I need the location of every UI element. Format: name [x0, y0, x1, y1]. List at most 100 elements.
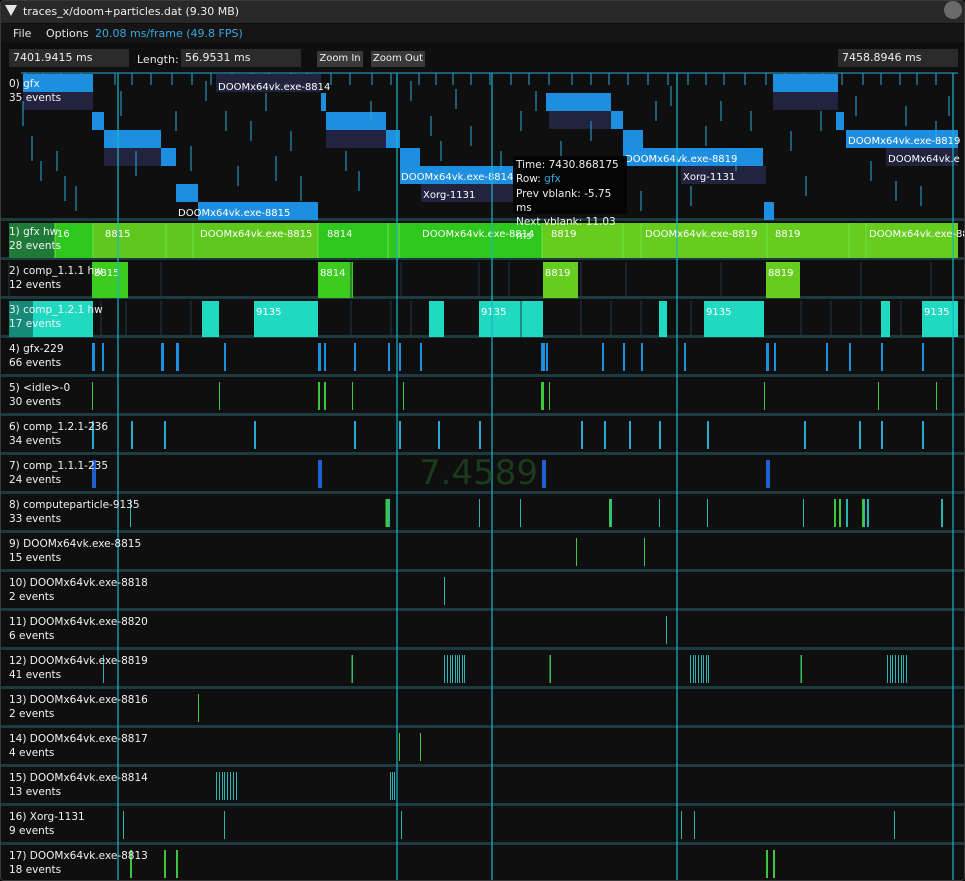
- event-tick[interactable]: [198, 694, 199, 722]
- event-tick[interactable]: [773, 850, 775, 878]
- event-tick[interactable]: [707, 421, 709, 449]
- gfx-event-bar[interactable]: [773, 92, 838, 110]
- event-tick[interactable]: [890, 655, 891, 683]
- event-tick[interactable]: [659, 499, 660, 527]
- event-tick[interactable]: [936, 382, 937, 410]
- event-tick[interactable]: [352, 382, 353, 410]
- event-tick[interactable]: [681, 811, 682, 839]
- row-label[interactable]: 9) DOOMx64vk.exe-8815 15 events: [9, 537, 141, 565]
- event-tick[interactable]: [666, 616, 667, 644]
- event-tick[interactable]: [878, 382, 879, 410]
- row-label[interactable]: 16) Xorg-1131 9 events: [9, 810, 85, 838]
- event-tick[interactable]: [224, 772, 225, 800]
- event-tick[interactable]: [462, 655, 463, 683]
- gfx-event-bar[interactable]: [611, 111, 623, 129]
- comp121-hw-event-bar[interactable]: [659, 301, 667, 337]
- gfx-event-bar[interactable]: [92, 112, 104, 130]
- event-tick[interactable]: [706, 655, 707, 683]
- event-tick[interactable]: [399, 733, 400, 761]
- event-tick[interactable]: [542, 460, 546, 488]
- event-tick[interactable]: [693, 655, 694, 683]
- event-tick[interactable]: [701, 655, 702, 683]
- gfx-event-bar[interactable]: [623, 130, 643, 148]
- event-tick[interactable]: [695, 655, 696, 683]
- event-tick[interactable]: [894, 811, 895, 839]
- row-label[interactable]: 4) gfx-229 66 events: [9, 342, 64, 370]
- event-tick[interactable]: [881, 421, 883, 449]
- gfx-event-bar[interactable]: [326, 112, 386, 130]
- row-label[interactable]: 5) <idle>-0 30 events: [9, 381, 70, 409]
- event-tick[interactable]: [629, 421, 631, 449]
- gfx-event-bar[interactable]: [326, 130, 386, 148]
- row-label[interactable]: 7) comp_1.1.1-235 24 events: [9, 459, 108, 487]
- event-tick[interactable]: [859, 421, 861, 449]
- event-tick[interactable]: [644, 538, 645, 566]
- event-tick[interactable]: [123, 811, 124, 839]
- event-tick[interactable]: [254, 421, 256, 449]
- event-tick[interactable]: [236, 772, 237, 800]
- gfx-event-bar[interactable]: [176, 184, 198, 202]
- event-tick[interactable]: [230, 772, 231, 800]
- gfx-event-bar[interactable]: [764, 202, 774, 220]
- row-label[interactable]: 17) DOOMx64vk.exe-8813 18 events: [9, 849, 148, 877]
- event-tick[interactable]: [479, 499, 480, 527]
- gfx-event-bar[interactable]: [549, 111, 611, 129]
- row-label[interactable]: 15) DOOMx64vk.exe-8814 13 events: [9, 771, 148, 799]
- event-tick[interactable]: [698, 655, 699, 683]
- event-tick[interactable]: [581, 421, 583, 449]
- row-label[interactable]: 3) comp_1.2.1 hw 17 events: [9, 303, 103, 331]
- event-tick[interactable]: [233, 772, 234, 800]
- event-tick[interactable]: [399, 421, 401, 449]
- event-tick[interactable]: [922, 421, 924, 449]
- event-tick[interactable]: [541, 382, 544, 410]
- event-tick[interactable]: [892, 655, 893, 683]
- event-tick[interactable]: [219, 772, 220, 800]
- event-tick[interactable]: [224, 811, 225, 839]
- event-tick[interactable]: [690, 655, 691, 683]
- event-tick[interactable]: [318, 460, 322, 488]
- event-tick[interactable]: [867, 499, 869, 527]
- event-tick[interactable]: [164, 850, 166, 878]
- event-tick[interactable]: [804, 421, 806, 449]
- event-tick[interactable]: [452, 655, 453, 683]
- gfx-event-bar[interactable]: [321, 93, 326, 111]
- event-tick[interactable]: [392, 772, 393, 800]
- event-tick[interactable]: [623, 343, 625, 371]
- event-tick[interactable]: [898, 655, 899, 683]
- event-tick[interactable]: [826, 343, 828, 371]
- event-tick[interactable]: [708, 655, 709, 683]
- event-tick[interactable]: [895, 655, 896, 683]
- comp121-hw-event-bar[interactable]: [881, 301, 890, 337]
- gfx-event-bar[interactable]: [104, 130, 161, 148]
- event-tick[interactable]: [176, 850, 178, 878]
- row-label[interactable]: 6) comp_1.2.1-236 34 events: [9, 420, 108, 448]
- event-tick[interactable]: [459, 655, 460, 683]
- event-tick[interactable]: [546, 343, 548, 371]
- row-label[interactable]: 1) gfx hw 28 events: [9, 225, 61, 253]
- event-tick[interactable]: [881, 343, 883, 371]
- gfx-event-bar[interactable]: [773, 74, 838, 92]
- gfx-event-bar[interactable]: [836, 112, 844, 130]
- event-tick[interactable]: [219, 382, 220, 410]
- event-tick[interactable]: [176, 343, 179, 371]
- event-tick[interactable]: [922, 343, 924, 371]
- event-tick[interactable]: [887, 655, 888, 683]
- event-tick[interactable]: [420, 343, 422, 371]
- event-tick[interactable]: [324, 343, 326, 371]
- event-tick[interactable]: [766, 460, 770, 488]
- gfx-event-bar[interactable]: [546, 93, 611, 111]
- event-tick[interactable]: [324, 382, 326, 410]
- row-label[interactable]: 2) comp_1.1.1 hw 12 events: [9, 264, 103, 292]
- event-tick[interactable]: [222, 772, 223, 800]
- event-tick[interactable]: [541, 343, 545, 371]
- event-tick[interactable]: [684, 343, 686, 371]
- event-tick[interactable]: [401, 811, 402, 839]
- event-tick[interactable]: [444, 577, 445, 605]
- event-tick[interactable]: [464, 655, 465, 683]
- event-tick[interactable]: [520, 499, 521, 527]
- row-label[interactable]: 10) DOOMx64vk.exe-8818 2 events: [9, 576, 148, 604]
- event-tick[interactable]: [764, 382, 765, 410]
- event-tick[interactable]: [131, 421, 133, 449]
- event-tick[interactable]: [707, 499, 708, 527]
- gfx-event-bar[interactable]: [386, 130, 400, 148]
